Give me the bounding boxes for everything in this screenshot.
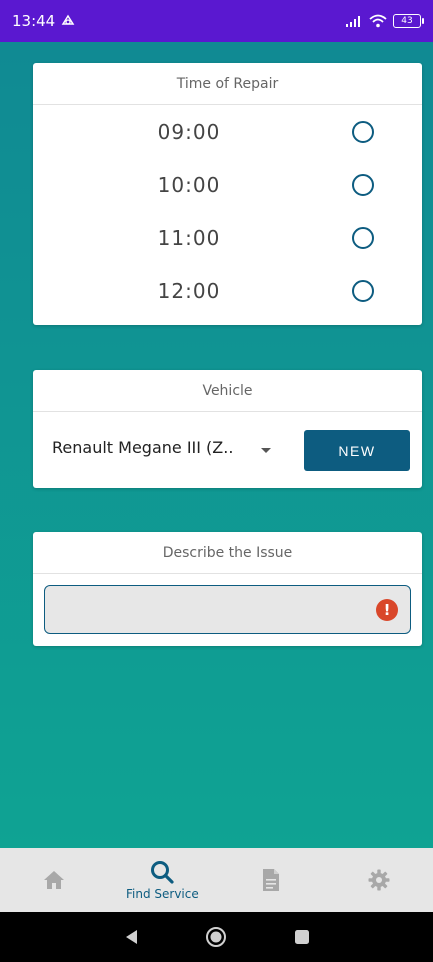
vehicle-card: Vehicle Renault Megane III (Z.. NEW <box>33 370 422 488</box>
status-right: 43 <box>345 14 424 28</box>
time-of-repair-title: Time of Repair <box>33 63 422 105</box>
issue-description-input[interactable]: ! <box>44 585 411 634</box>
battery-icon: 43 <box>393 14 424 28</box>
status-bar: 13:44 43 <box>0 0 433 42</box>
time-slot-label: 09:00 <box>157 119 221 144</box>
system-nav-bar <box>0 912 433 962</box>
wifi-icon <box>369 14 387 28</box>
time-slot-radio[interactable] <box>352 279 374 302</box>
issue-body: ! <box>33 574 422 646</box>
vehicle-title: Vehicle <box>33 370 422 412</box>
time-slot-row[interactable]: 09:00 <box>33 105 422 158</box>
time-slot-row[interactable]: 12:00 <box>33 264 422 317</box>
status-left: 13:44 <box>12 12 75 30</box>
status-time: 13:44 <box>12 12 56 30</box>
vehicle-select[interactable]: Renault Megane III (Z.. <box>52 438 233 457</box>
back-icon[interactable] <box>123 928 139 946</box>
home-icon <box>44 871 65 889</box>
time-slot-row[interactable]: 10:00 <box>33 158 422 211</box>
vehicle-body: Renault Megane III (Z.. NEW <box>33 412 422 488</box>
nav-item-home[interactable] <box>0 848 108 912</box>
document-icon <box>262 869 279 891</box>
nav-item-settings[interactable] <box>325 848 433 912</box>
time-slot-radio[interactable] <box>352 173 374 196</box>
describe-issue-title: Describe the Issue <box>33 532 422 574</box>
home-button-icon[interactable] <box>205 926 227 948</box>
search-icon <box>151 861 174 884</box>
nav-item-documents[interactable] <box>217 848 325 912</box>
battery-level: 43 <box>401 16 413 26</box>
new-vehicle-button[interactable]: NEW <box>304 430 410 471</box>
describe-issue-card: Describe the Issue ! <box>33 532 422 646</box>
sync-icon <box>61 14 75 25</box>
time-slot-label: 11:00 <box>157 225 221 250</box>
nav-label-find-service: Find Service <box>126 887 199 901</box>
time-slot-radio[interactable] <box>352 120 374 143</box>
time-slot-label: 10:00 <box>157 172 221 197</box>
time-slot-row[interactable]: 11:00 <box>33 211 422 264</box>
error-icon: ! <box>376 599 398 621</box>
time-slot-label: 12:00 <box>157 278 221 303</box>
recents-icon[interactable] <box>294 929 310 945</box>
time-slot-radio[interactable] <box>352 226 374 249</box>
time-of-repair-card: Time of Repair 09:00 10:00 11:00 12:00 <box>33 63 422 325</box>
main-content: Time of Repair 09:00 10:00 11:00 12:00 V… <box>0 42 433 848</box>
nav-item-find-service[interactable]: Find Service <box>108 848 216 912</box>
gear-icon <box>368 869 390 891</box>
dropdown-arrow-icon[interactable] <box>261 448 271 453</box>
bottom-nav: Find Service <box>0 848 433 912</box>
signal-icon <box>346 16 360 27</box>
